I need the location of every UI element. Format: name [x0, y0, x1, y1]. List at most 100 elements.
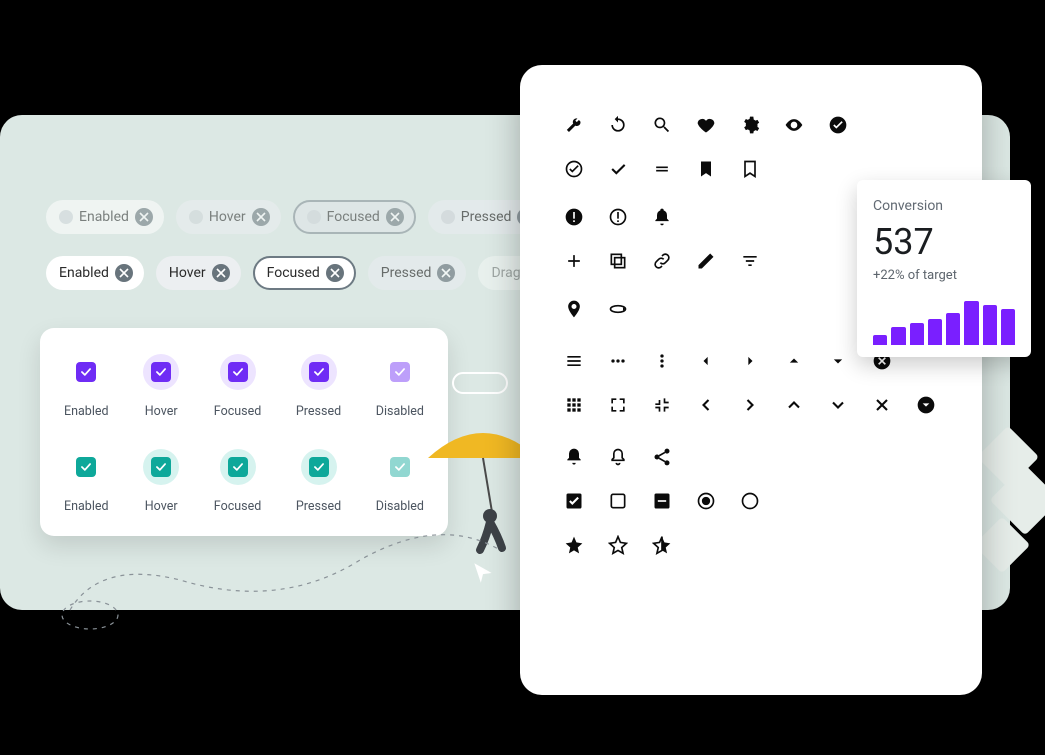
checkbox-checked-icon[interactable] — [564, 491, 584, 511]
close-icon[interactable] — [212, 264, 230, 282]
checkbox-outline-icon[interactable] — [608, 491, 628, 511]
close-icon[interactable] — [326, 264, 344, 282]
chevron-down-icon[interactable] — [828, 395, 848, 415]
close-icon[interactable] — [135, 208, 153, 226]
chart-bar — [928, 319, 942, 345]
chip-hover[interactable]: Hover — [156, 256, 241, 290]
checkbox-state-label: Disabled — [376, 499, 424, 514]
heart-icon[interactable] — [696, 115, 716, 135]
checkbox-checked-icon[interactable] — [390, 362, 410, 382]
error-filled-icon[interactable] — [564, 207, 584, 227]
checkbox-checked-icon[interactable] — [228, 457, 248, 477]
eye-icon[interactable] — [784, 115, 804, 135]
share-icon[interactable] — [652, 447, 672, 467]
stat-value: 537 — [873, 224, 1015, 260]
notifications-solid-icon[interactable] — [564, 447, 584, 467]
equals-icon[interactable] — [652, 159, 672, 179]
fullscreen-icon[interactable] — [608, 395, 628, 415]
checkbox-halo — [143, 449, 179, 485]
star-half-icon[interactable] — [652, 535, 672, 555]
checkbox-state-hover: Hover — [143, 354, 179, 419]
chip-label: Enabled — [79, 209, 129, 225]
checkbox-halo — [382, 354, 418, 390]
star-outline-icon[interactable] — [608, 535, 628, 555]
rotate-360-icon[interactable] — [608, 299, 628, 319]
edit-icon[interactable] — [696, 251, 716, 271]
avatar-dot-icon — [441, 210, 455, 224]
avatar-dot-icon — [189, 210, 203, 224]
link-icon[interactable] — [652, 251, 672, 271]
check-circle-outline-icon[interactable] — [564, 159, 584, 179]
close-icon[interactable] — [872, 395, 892, 415]
notifications-outline-icon[interactable] — [608, 447, 628, 467]
chart-bar — [910, 323, 924, 345]
checkbox-state-focused: Focused — [214, 354, 261, 419]
checkbox-checked-icon[interactable] — [76, 362, 96, 382]
checkbox-indeterminate-icon[interactable] — [652, 491, 672, 511]
checkbox-halo — [143, 354, 179, 390]
chip-row-plain: Enabled Hover Focused Pressed Dragged — [46, 256, 579, 290]
chart-bar — [1001, 309, 1015, 345]
arrow-down-small-icon[interactable] — [828, 351, 848, 371]
settings-icon[interactable] — [740, 115, 760, 135]
radio-unchecked-icon[interactable] — [740, 491, 760, 511]
star-filled-icon[interactable] — [564, 535, 584, 555]
notifications-filled-icon[interactable] — [652, 207, 672, 227]
arrow-left-small-icon[interactable] — [696, 351, 716, 371]
filter-icon[interactable] — [740, 251, 760, 271]
bookmark-outline-icon[interactable] — [740, 159, 760, 179]
close-icon[interactable] — [437, 264, 455, 282]
icon-row — [564, 447, 938, 467]
chip-pressed[interactable]: Pressed — [368, 256, 467, 290]
location-icon[interactable] — [564, 299, 584, 319]
checkbox-checked-icon[interactable] — [228, 362, 248, 382]
checkbox-halo — [382, 449, 418, 485]
close-icon[interactable] — [252, 208, 270, 226]
menu-icon[interactable] — [564, 351, 584, 371]
checkbox-state-label: Hover — [145, 404, 178, 419]
arrow-right-small-icon[interactable] — [740, 351, 760, 371]
icon-row — [564, 115, 938, 135]
cursor-icon — [470, 560, 496, 586]
close-icon[interactable] — [386, 208, 404, 226]
error-outline-icon[interactable] — [608, 207, 628, 227]
chevron-right-icon[interactable] — [740, 395, 760, 415]
chip-hover[interactable]: Hover — [176, 200, 281, 234]
chevron-left-icon[interactable] — [696, 395, 716, 415]
chevron-up-icon[interactable] — [784, 395, 804, 415]
close-icon[interactable] — [115, 264, 133, 282]
chip-label: Pressed — [381, 265, 432, 281]
checkbox-checked-icon[interactable] — [151, 362, 171, 382]
checkbox-checked-icon[interactable] — [390, 457, 410, 477]
plus-icon[interactable] — [564, 251, 584, 271]
wrench-icon[interactable] — [564, 115, 584, 135]
apps-grid-icon[interactable] — [564, 395, 584, 415]
more-horiz-icon[interactable] — [608, 351, 628, 371]
checkbox-checked-icon[interactable] — [76, 457, 96, 477]
checkbox-state-label: Enabled — [64, 404, 109, 419]
arrow-up-small-icon[interactable] — [784, 351, 804, 371]
more-vert-icon[interactable] — [652, 351, 672, 371]
checkbox-state-label: Hover — [145, 499, 178, 514]
radio-checked-icon[interactable] — [696, 491, 716, 511]
chip-focused[interactable]: Focused — [293, 200, 416, 234]
copy-icon[interactable] — [608, 251, 628, 271]
checkbox-checked-icon[interactable] — [309, 457, 329, 477]
checkbox-checked-icon[interactable] — [309, 362, 329, 382]
refresh-icon[interactable] — [608, 115, 628, 135]
chip-focused[interactable]: Focused — [253, 256, 356, 290]
chart-bar — [873, 335, 887, 345]
stat-bar-chart — [873, 295, 1015, 345]
search-icon[interactable] — [652, 115, 672, 135]
arrow-drop-circle-icon[interactable] — [916, 395, 936, 415]
check-circle-filled-icon[interactable] — [828, 115, 848, 135]
chip-enabled[interactable]: Enabled — [46, 200, 164, 234]
chip-enabled[interactable]: Enabled — [46, 256, 144, 290]
bookmark-filled-icon[interactable] — [696, 159, 716, 179]
avatar-dot-icon — [59, 210, 73, 224]
chip-label: Hover — [169, 265, 206, 281]
chip-label: Pressed — [461, 209, 512, 225]
check-icon[interactable] — [608, 159, 628, 179]
checkbox-checked-icon[interactable] — [151, 457, 171, 477]
fullscreen-exit-icon[interactable] — [652, 395, 672, 415]
